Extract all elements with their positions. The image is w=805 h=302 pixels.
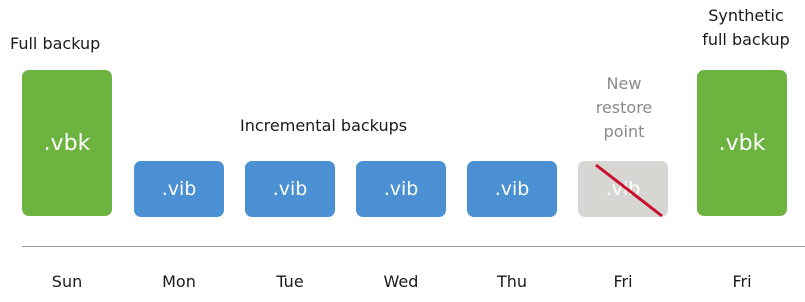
synthetic-label-line-1: Synthetic xyxy=(708,6,784,25)
new-restore-point-line-3: point xyxy=(603,122,645,141)
day-label-mon: Mon xyxy=(162,272,196,291)
incremental-vib-box-wed: .vib xyxy=(356,161,446,217)
synthetic-label-line-2: full backup xyxy=(702,30,790,49)
day-label-fri-synthetic: Fri xyxy=(732,272,752,291)
full-backup-label: Full backup xyxy=(10,34,101,53)
synthetic-full-backup-label: Synthetic full backup xyxy=(690,4,802,52)
synthetic-full-vbk-box: .vbk xyxy=(697,70,787,216)
timeline-axis xyxy=(22,246,805,247)
new-restore-point-line-2: restore xyxy=(595,98,653,117)
strike-through-line xyxy=(595,163,663,218)
full-backup-vbk-box: .vbk xyxy=(22,70,112,216)
day-label-wed: Wed xyxy=(383,272,419,291)
incremental-vib-box-tue: .vib xyxy=(245,161,335,217)
new-restore-point-label: New restore point xyxy=(580,72,668,144)
incremental-vib-box-thu: .vib xyxy=(467,161,557,217)
new-restore-point-line-1: New xyxy=(606,74,642,93)
day-label-thu: Thu xyxy=(496,272,528,291)
day-label-tue: Tue xyxy=(276,272,304,291)
incremental-vib-box-mon: .vib xyxy=(134,161,224,217)
incremental-backups-label: Incremental backups xyxy=(240,116,408,135)
removed-vib-box: .vib xyxy=(578,161,668,217)
day-label-fri-removed: Fri xyxy=(613,272,633,291)
day-label-sun: Sun xyxy=(51,272,83,291)
